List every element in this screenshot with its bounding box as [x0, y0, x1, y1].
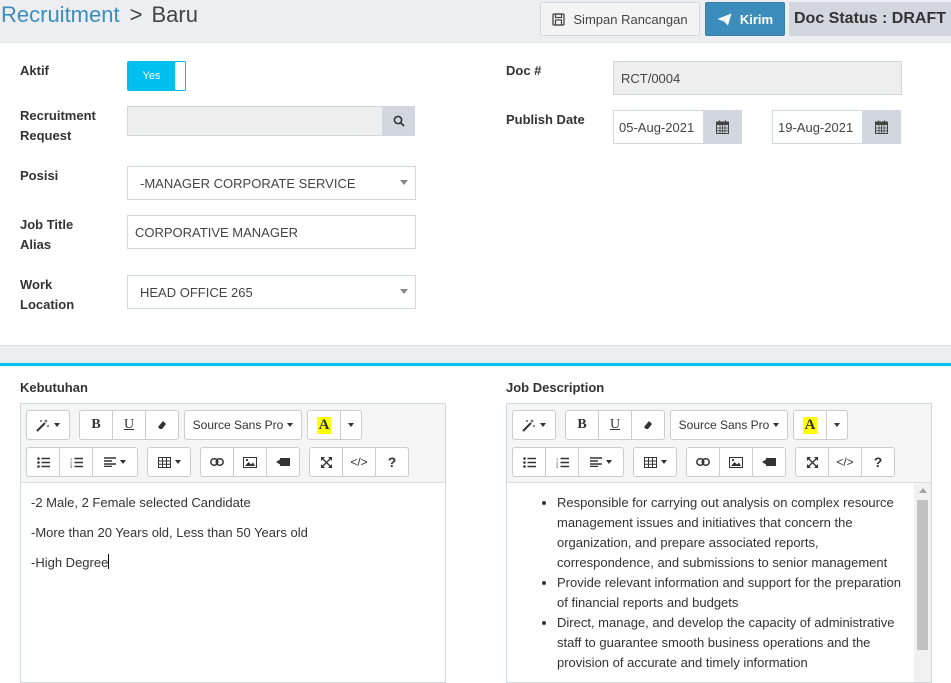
editor-toolbar: B U Source Sans Pro A 123 </> ? [21, 404, 445, 483]
job-description-editor: B U Source Sans Pro A 123 </> ? • Respon… [506, 403, 932, 683]
job-description-item: Direct, manage, and develop the capacity… [557, 613, 904, 673]
bullet-list-icon[interactable] [26, 447, 60, 477]
code-view-icon[interactable]: </> [342, 447, 376, 477]
font-family-label: Source Sans Pro [192, 418, 284, 432]
job-description-list: Responsible for carrying out analysis on… [517, 493, 904, 673]
doc-number-label: Doc # [506, 63, 542, 78]
help-icon[interactable]: ? [375, 447, 409, 477]
align-icon[interactable] [92, 447, 138, 477]
publish-date-to-input[interactable]: 19-Aug-2021 [772, 110, 868, 144]
numbered-list-icon[interactable]: 123 [59, 447, 93, 477]
search-icon [393, 115, 405, 127]
doc-status-badge: Doc Status : DRAFT [789, 2, 951, 36]
font-color-dropdown[interactable] [340, 410, 362, 440]
bold-icon[interactable]: B [79, 410, 113, 440]
posisi-label: Posisi [20, 168, 59, 183]
font-color-dropdown[interactable] [826, 410, 848, 440]
eraser-icon[interactable] [145, 410, 179, 440]
editor-toolbar: B U Source Sans Pro A 123 </> ? [507, 404, 931, 483]
code-view-icon[interactable]: </> [828, 447, 862, 477]
image-icon[interactable] [233, 447, 267, 477]
font-color-icon[interactable]: A [307, 410, 341, 440]
underline-icon[interactable]: U [598, 410, 632, 440]
recruitment-request-label: Recruitment Request [20, 108, 96, 143]
svg-text:3: 3 [556, 464, 559, 468]
bullet-list-icon[interactable] [512, 447, 546, 477]
style-dropdown[interactable] [26, 410, 70, 440]
publish-date-label: Publish Date [506, 112, 585, 127]
chevron-down-icon [400, 180, 408, 185]
breadcrumb-separator: > [129, 2, 143, 27]
aktif-toggle-on: Yes [128, 62, 175, 90]
kebutuhan-line-last: -High Degree [31, 553, 435, 573]
link-icon[interactable] [200, 447, 234, 477]
save-draft-button[interactable]: Simpan Rancangan [540, 2, 700, 36]
job-title-alias-label: Job Title Alias [20, 217, 74, 252]
font-color-icon[interactable]: A [793, 410, 827, 440]
paper-plane-icon [717, 13, 732, 25]
video-icon[interactable] [266, 447, 300, 477]
job-title-alias-input[interactable]: CORPORATIVE MANAGER [127, 215, 416, 249]
breadcrumb-recruitment-link[interactable]: Recruitment [1, 2, 120, 27]
font-family-dropdown[interactable]: Source Sans Pro [670, 410, 788, 440]
chevron-down-icon [400, 289, 408, 294]
work-location-label: Work Location [20, 277, 75, 312]
section-divider [0, 345, 951, 366]
scroll-up-arrow-icon[interactable] [919, 488, 927, 493]
calendar-icon [716, 120, 729, 134]
svg-text:3: 3 [70, 464, 73, 468]
style-dropdown[interactable] [512, 410, 556, 440]
table-icon[interactable] [147, 447, 191, 477]
bold-icon[interactable]: B [565, 410, 599, 440]
fullscreen-icon[interactable] [309, 447, 343, 477]
posisi-select[interactable]: -MANAGER CORPORATE SERVICE [127, 166, 416, 200]
publish-date-to-calendar-button[interactable] [862, 110, 901, 144]
kebutuhan-line: -High Degree [31, 555, 109, 570]
eraser-icon[interactable] [631, 410, 665, 440]
top-bar: Recruitment > Baru Simpan Rancangan Kirim … [0, 0, 951, 43]
font-family-dropdown[interactable]: Source Sans Pro [184, 410, 302, 440]
kebutuhan-line: -More than 20 Years old, Less than 50 Ye… [31, 525, 308, 540]
font-family-label: Source Sans Pro [678, 418, 770, 432]
work-location-value: HEAD OFFICE 265 [140, 284, 253, 300]
job-description-title: Job Description [506, 380, 605, 395]
recruitment-request-input[interactable] [127, 106, 383, 136]
send-button[interactable]: Kirim [705, 2, 785, 36]
table-icon[interactable] [633, 447, 677, 477]
kebutuhan-editor-body[interactable]: -2 Male, 2 Female selected Candidate -Mo… [21, 483, 445, 682]
video-icon[interactable] [752, 447, 786, 477]
recruitment-request-search-button[interactable] [382, 106, 415, 136]
magic-wand-icon [522, 419, 535, 432]
aktif-toggle[interactable]: Yes [127, 61, 186, 91]
job-description-item: Provide relevant information and support… [557, 573, 904, 613]
scrollbar-thumb[interactable] [917, 500, 928, 650]
kebutuhan-editor: B U Source Sans Pro A 123 </> ? -2 Male,… [20, 403, 446, 683]
breadcrumb: Recruitment > Baru [1, 1, 198, 29]
job-description-item: Responsible for carrying out analysis on… [557, 493, 904, 573]
magic-wand-icon [36, 419, 49, 432]
kebutuhan-line: -2 Male, 2 Female selected Candidate [31, 495, 251, 510]
work-location-select[interactable]: HEAD OFFICE 265 [127, 275, 416, 309]
text-cursor [108, 554, 110, 569]
job-description-scrollbar[interactable] [914, 483, 931, 682]
job-description-editor-body[interactable]: Responsible for carrying out analysis on… [507, 483, 914, 682]
align-icon[interactable] [578, 447, 624, 477]
kebutuhan-title: Kebutuhan [20, 380, 88, 395]
aktif-label: Aktif [20, 63, 49, 78]
publish-date-from-input[interactable]: 05-Aug-2021 [613, 110, 709, 144]
fullscreen-icon[interactable] [795, 447, 829, 477]
publish-date-from-calendar-button[interactable] [703, 110, 742, 144]
send-label: Kirim [739, 11, 774, 27]
underline-icon[interactable]: U [112, 410, 146, 440]
help-icon[interactable]: ? [861, 447, 895, 477]
breadcrumb-current: Baru [151, 2, 198, 27]
link-icon[interactable] [686, 447, 720, 477]
numbered-list-icon[interactable]: 123 [545, 447, 579, 477]
doc-number-input: RCT/0004 [613, 61, 902, 95]
posisi-value: -MANAGER CORPORATE SERVICE [140, 175, 356, 191]
save-draft-label: Simpan Rancangan [573, 11, 688, 27]
image-icon[interactable] [719, 447, 753, 477]
calendar-icon [875, 120, 888, 134]
save-icon [552, 12, 566, 26]
